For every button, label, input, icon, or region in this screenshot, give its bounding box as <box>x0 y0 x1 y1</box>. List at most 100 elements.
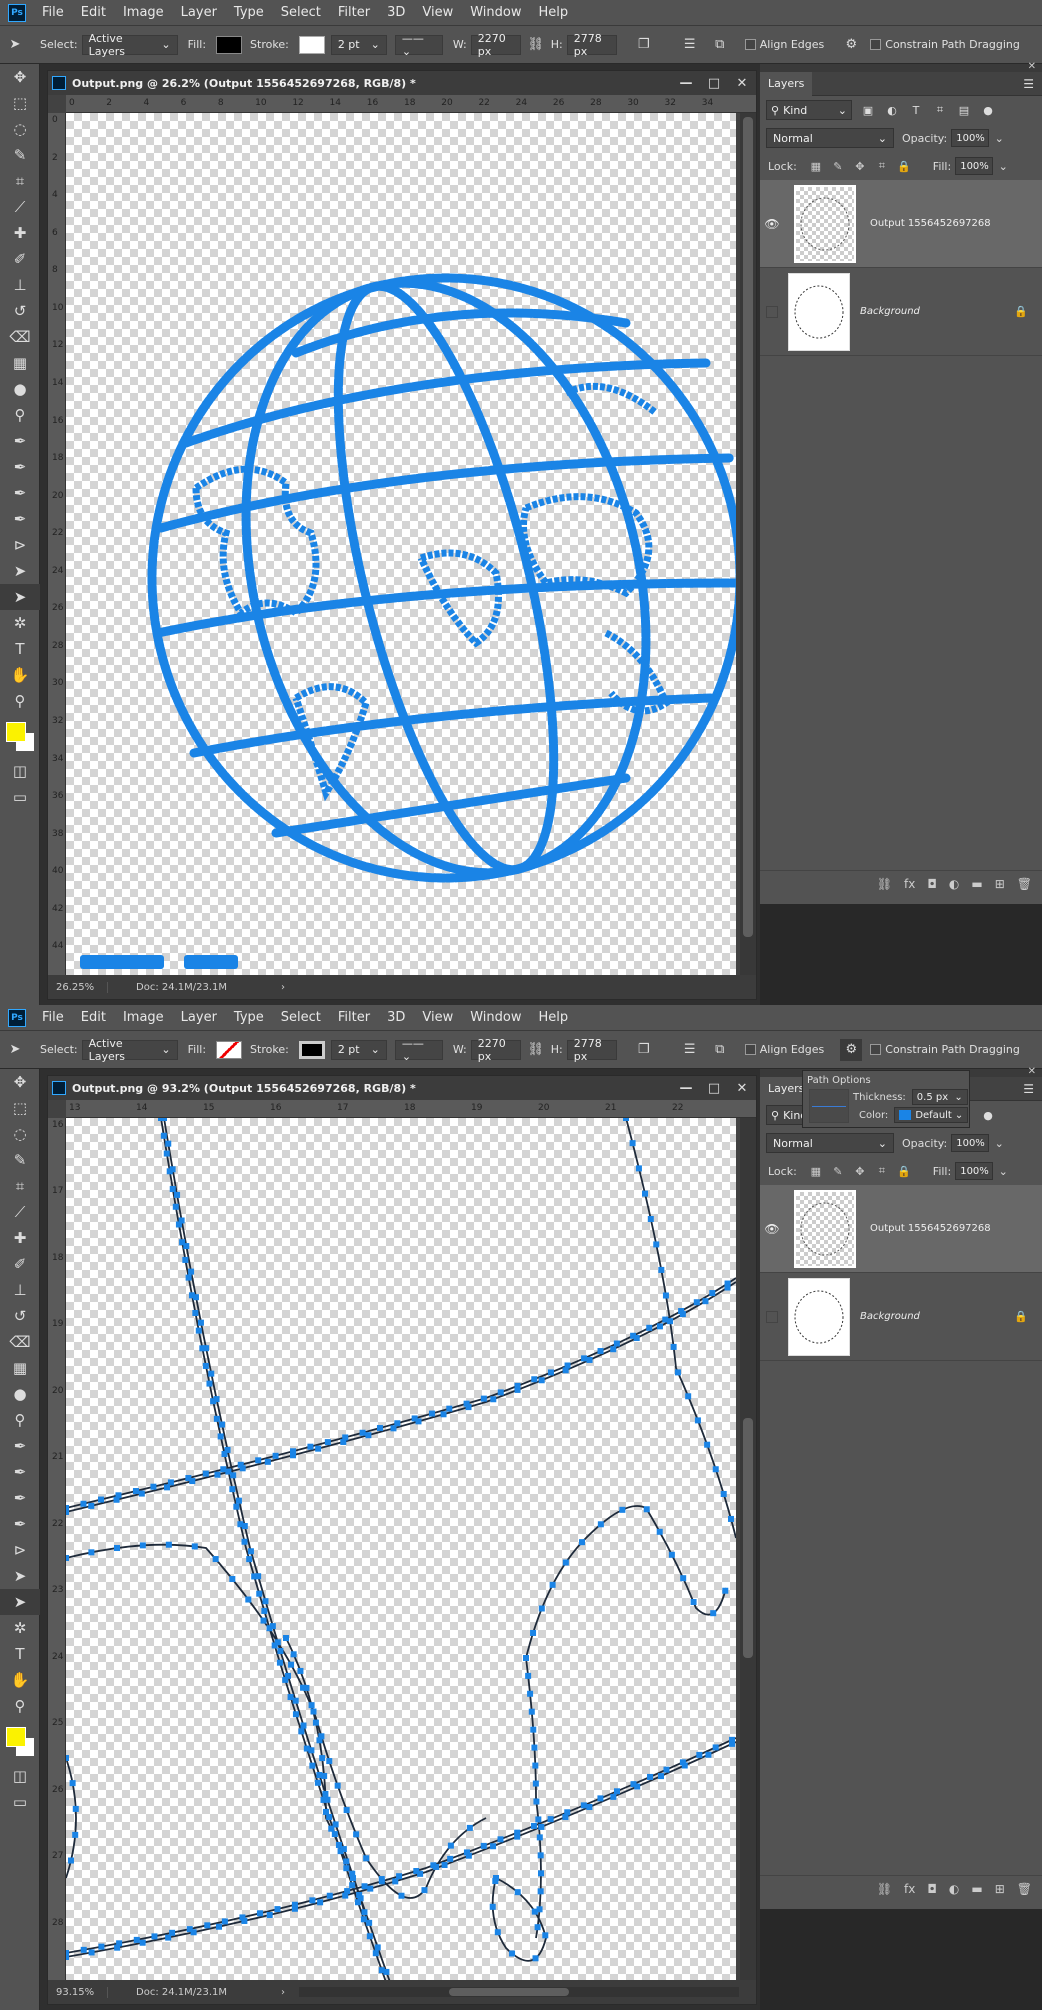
visibility-toggle[interactable] <box>766 305 778 318</box>
layer-name[interactable]: Background <box>860 1311 920 1322</box>
filter-smart-icon[interactable]: ▤ <box>956 102 972 118</box>
menu-image[interactable]: Image <box>117 1010 175 1025</box>
canvas-2[interactable] <box>66 1118 736 1982</box>
opacity-field[interactable]: 100% <box>951 1134 990 1152</box>
layer-output[interactable]: 👁 Output 1556452697268 <box>760 1185 1042 1273</box>
blend-mode-dropdown[interactable]: Normal ⌄ <box>766 1133 894 1153</box>
move-tool-icon[interactable]: ✥ <box>0 1069 40 1095</box>
menu-image[interactable]: Image <box>117 5 175 20</box>
quick-mask-icon[interactable]: ◫ <box>0 1763 40 1789</box>
select-dropdown[interactable]: Active Layers ⌄ <box>81 1037 178 1063</box>
path-selection-tool-preset-icon[interactable]: ➤ <box>4 1039 26 1061</box>
menu-layer[interactable]: Layer <box>175 1010 228 1025</box>
zoom-tool-icon[interactable]: ⚲ <box>0 688 40 714</box>
stroke-type-dropdown[interactable]: —— ⌄ <box>394 32 443 58</box>
menu-window[interactable]: Window <box>464 1010 532 1025</box>
gradient-tool-icon[interactable]: ▦ <box>0 1355 40 1381</box>
path-selection-tool-icon[interactable]: ➤ <box>0 1563 40 1589</box>
hand-tool-icon[interactable]: ✋ <box>0 1667 40 1693</box>
menu-file[interactable]: File <box>36 5 75 20</box>
menu-file[interactable]: File <box>36 1010 75 1025</box>
menu-3d[interactable]: 3D <box>381 5 416 20</box>
move-tool-icon[interactable]: ✥ <box>0 64 40 90</box>
add-mask-icon[interactable]: ◘ <box>927 1882 937 1896</box>
path-alignment-icon[interactable]: ☰ <box>679 1039 701 1061</box>
lock-transparent-icon[interactable]: ▦ <box>809 1164 823 1178</box>
height-field[interactable]: 2778 px <box>566 1037 617 1063</box>
menu-help[interactable]: Help <box>533 1010 580 1025</box>
stamp-tool-icon[interactable]: ⊥ <box>0 1277 40 1303</box>
lock-position-icon[interactable]: ✥ <box>853 1164 867 1178</box>
history-brush-tool-icon[interactable]: ↺ <box>0 298 40 324</box>
minimize-icon[interactable]: — <box>672 76 700 91</box>
close-icon[interactable]: ✕ <box>728 76 756 91</box>
menu-window[interactable]: Window <box>464 5 532 20</box>
menu-view[interactable]: View <box>416 1010 464 1025</box>
constrain-checkbox[interactable] <box>870 1044 882 1055</box>
panel-close-icon[interactable]: ✕ <box>1028 61 1036 72</box>
marquee-tool-icon[interactable]: ⬚ <box>0 90 40 116</box>
gradient-tool-icon[interactable]: ▦ <box>0 350 40 376</box>
fill-swatch-none[interactable] <box>216 1040 243 1059</box>
brush-tool-icon[interactable]: ✐ <box>0 246 40 272</box>
lasso-tool-icon[interactable]: ◌ <box>0 116 40 142</box>
tab-layers[interactable]: Layers <box>760 71 813 96</box>
width-field[interactable]: 2270 px <box>470 32 521 58</box>
status-menu-arrow-icon[interactable]: › <box>281 1987 285 1998</box>
delete-layer-icon[interactable]: 🗑 <box>1017 877 1032 891</box>
color-swatches[interactable] <box>0 1719 40 1763</box>
horizontal-scrollbar[interactable] <box>299 1987 740 1997</box>
fx-icon[interactable]: fx <box>904 877 915 891</box>
lock-all-icon[interactable]: 🔒 <box>897 1164 911 1178</box>
lock-artboard-icon[interactable]: ⌗ <box>875 159 889 173</box>
document-tab-1[interactable]: Output.png @ 26.2% (Output 1556452697268… <box>48 71 756 95</box>
filter-shape-icon[interactable]: ⌗ <box>932 102 948 118</box>
fill-swatch[interactable] <box>216 35 243 54</box>
menu-type[interactable]: Type <box>228 5 275 20</box>
close-icon[interactable]: ✕ <box>728 1081 756 1096</box>
visibility-toggle[interactable] <box>766 1310 778 1323</box>
pen-tool-icon[interactable]: ✒ <box>0 1433 40 1459</box>
menu-filter[interactable]: Filter <box>332 5 381 20</box>
menu-edit[interactable]: Edit <box>75 5 117 20</box>
zoom-tool-icon[interactable]: ⚲ <box>0 1693 40 1719</box>
color-swatches[interactable] <box>0 714 40 758</box>
align-edges-checkbox[interactable] <box>744 1044 756 1055</box>
eraser-tool-icon[interactable]: ⌫ <box>0 324 40 350</box>
path-operations-icon[interactable]: ❐ <box>633 34 655 56</box>
stroke-type-dropdown[interactable]: —— ⌄ <box>394 1037 443 1063</box>
new-group-icon[interactable]: ▬ <box>971 877 982 891</box>
menu-3d[interactable]: 3D <box>381 1010 416 1025</box>
convert-point-tool-icon[interactable]: ⊳ <box>0 1537 40 1563</box>
canvas-1[interactable] <box>66 113 736 977</box>
maximize-icon[interactable]: □ <box>700 76 728 91</box>
layer-background[interactable]: Background 🔒 <box>760 268 1042 356</box>
menu-select[interactable]: Select <box>275 1010 332 1025</box>
curvature-pen-tool-icon[interactable]: ✒ <box>0 480 40 506</box>
lock-image-icon[interactable]: ✎ <box>831 159 845 173</box>
direct-selection-tool-icon[interactable]: ➤ <box>0 584 40 610</box>
gear-icon[interactable]: ⚙ <box>840 1038 863 1061</box>
lock-image-icon[interactable]: ✎ <box>831 1164 845 1178</box>
fill-opacity-field[interactable]: 100% <box>955 1162 994 1180</box>
menu-type[interactable]: Type <box>228 1010 275 1025</box>
freeform-pen-tool-icon[interactable]: ✒ <box>0 1459 40 1485</box>
path-selection-tool-icon[interactable]: ➤ <box>0 558 40 584</box>
panel-menu-icon[interactable]: ☰ <box>1023 1082 1034 1096</box>
crop-tool-icon[interactable]: ⌗ <box>0 168 40 194</box>
healing-brush-tool-icon[interactable]: ✚ <box>0 1225 40 1251</box>
filter-type-icon[interactable]: T <box>908 102 924 118</box>
menu-view[interactable]: View <box>416 5 464 20</box>
layer-output[interactable]: 👁 Output 1556452697268 <box>760 180 1042 268</box>
menu-layer[interactable]: Layer <box>175 5 228 20</box>
layer-name[interactable]: Output 1556452697268 <box>870 218 991 229</box>
path-operations-icon[interactable]: ❐ <box>633 1039 655 1061</box>
curvature-pen-tool-icon[interactable]: ✒ <box>0 1485 40 1511</box>
panel-menu-icon[interactable]: ☰ <box>1023 77 1034 91</box>
quick-select-tool-icon[interactable]: ✎ <box>0 142 40 168</box>
freeform-pen-tool-icon[interactable]: ✒ <box>0 454 40 480</box>
document-tab-2[interactable]: Output.png @ 93.2% (Output 1556452697268… <box>48 1076 756 1100</box>
blur-tool-icon[interactable]: ● <box>0 1381 40 1407</box>
convert-point-tool-icon[interactable]: ⊳ <box>0 532 40 558</box>
stroke-width-field[interactable]: 2 pt ⌄ <box>330 34 387 55</box>
